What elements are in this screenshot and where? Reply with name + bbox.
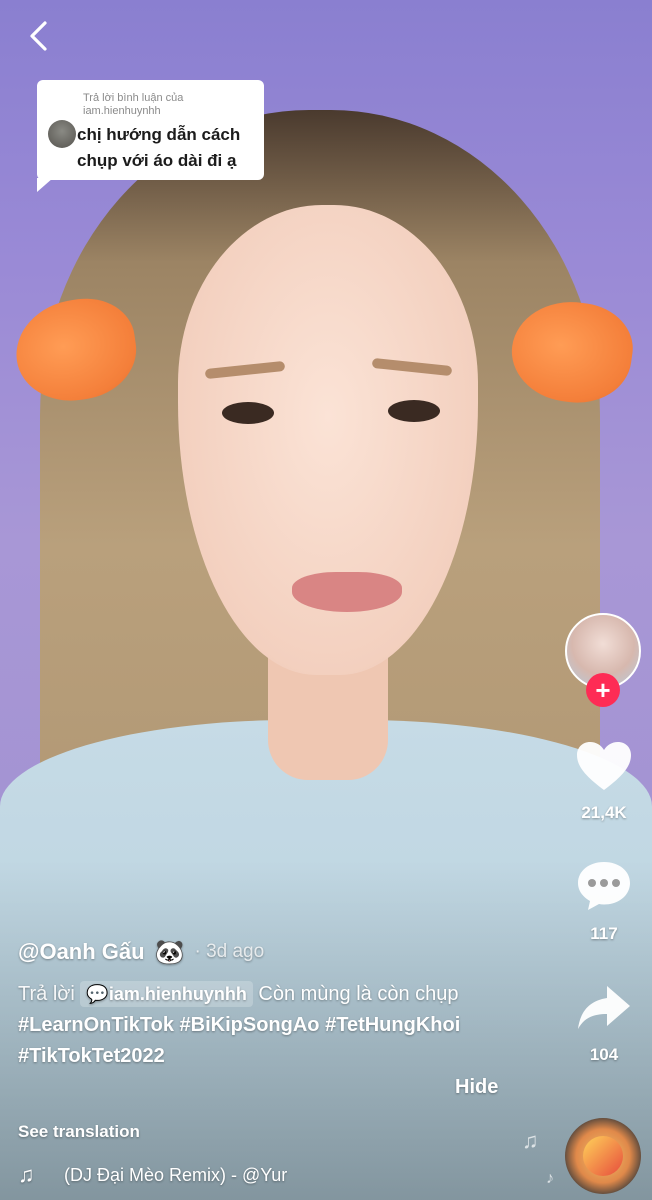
author-emoji: 🐼 (154, 938, 185, 966)
hashtag[interactable]: #LearnOnTikTok (18, 1014, 174, 1036)
right-eye (388, 400, 440, 422)
commenter-avatar (48, 120, 76, 148)
post-caption: @Oanh Gấu 🐼 · 3d ago Trả lời 💬iam.hienhu… (18, 935, 558, 1072)
floating-note-icon: ♫ (522, 1128, 539, 1153)
mention-name: iam.hienhuynhh (108, 984, 247, 1004)
post-time: · 3d ago (194, 941, 265, 962)
hashtag[interactable]: #BiKipSongAo (180, 1014, 320, 1036)
follow-button[interactable]: + (586, 673, 620, 707)
share-button[interactable] (572, 980, 636, 1040)
reply-comment-text: chị hướng dẫn cách chụp với áo dài đi ạ (77, 122, 252, 174)
reply-caption: Trả lời bình luận của iam.hienhuynhh (83, 92, 184, 117)
hide-button[interactable]: Hide (455, 1076, 498, 1099)
author-name[interactable]: @Oanh Gấu (18, 939, 145, 965)
hashtag[interactable]: #TetHungKhoi (325, 1014, 460, 1036)
share-count: 104 (589, 1045, 619, 1064)
comment-button[interactable] (572, 858, 636, 918)
reply-comment-sticker[interactable]: Trả lời bình luận của iam.hienhuynhh chị… (37, 80, 264, 192)
reply-label: Trả lời (18, 983, 75, 1005)
music-note-icon: ♫ (18, 1162, 35, 1187)
author-line: @Oanh Gấu 🐼 · 3d ago (18, 935, 558, 969)
reply-comment-line2: chụp với áo dài đi ạ (77, 151, 237, 170)
hashtag[interactable]: #TikTokTet2022 (18, 1045, 165, 1067)
see-translation-link[interactable]: See translation (18, 1122, 140, 1142)
left-eye (222, 402, 274, 424)
plus-icon: + (595, 675, 611, 705)
music-title: (DJ Đại Mèo Remix) - @Yur (64, 1164, 288, 1185)
music-disc-cover (583, 1136, 623, 1176)
comment-count: 117 (590, 924, 618, 943)
back-button[interactable] (18, 18, 58, 58)
share-arrow-icon (575, 983, 633, 1038)
post-description: Trả lời 💬iam.hienhuynhh Còn mùng là còn … (18, 979, 558, 1072)
music-row[interactable]: ♫ (DJ Đại Mèo Remix) - @Yur (18, 1162, 287, 1188)
reply-comment-line1: chị hướng dẫn cách (77, 125, 241, 144)
chevron-left-icon (27, 20, 49, 57)
heart-icon (575, 740, 633, 797)
description-text: Còn mùng là còn chụp (258, 983, 459, 1005)
lips (292, 572, 402, 612)
floating-note-icon: ♪ (546, 1170, 554, 1187)
mention-chip[interactable]: 💬iam.hienhuynhh (80, 981, 253, 1007)
like-button[interactable] (572, 738, 636, 798)
like-count: 21,4K (581, 803, 627, 822)
chat-bubble-icon (575, 859, 633, 918)
